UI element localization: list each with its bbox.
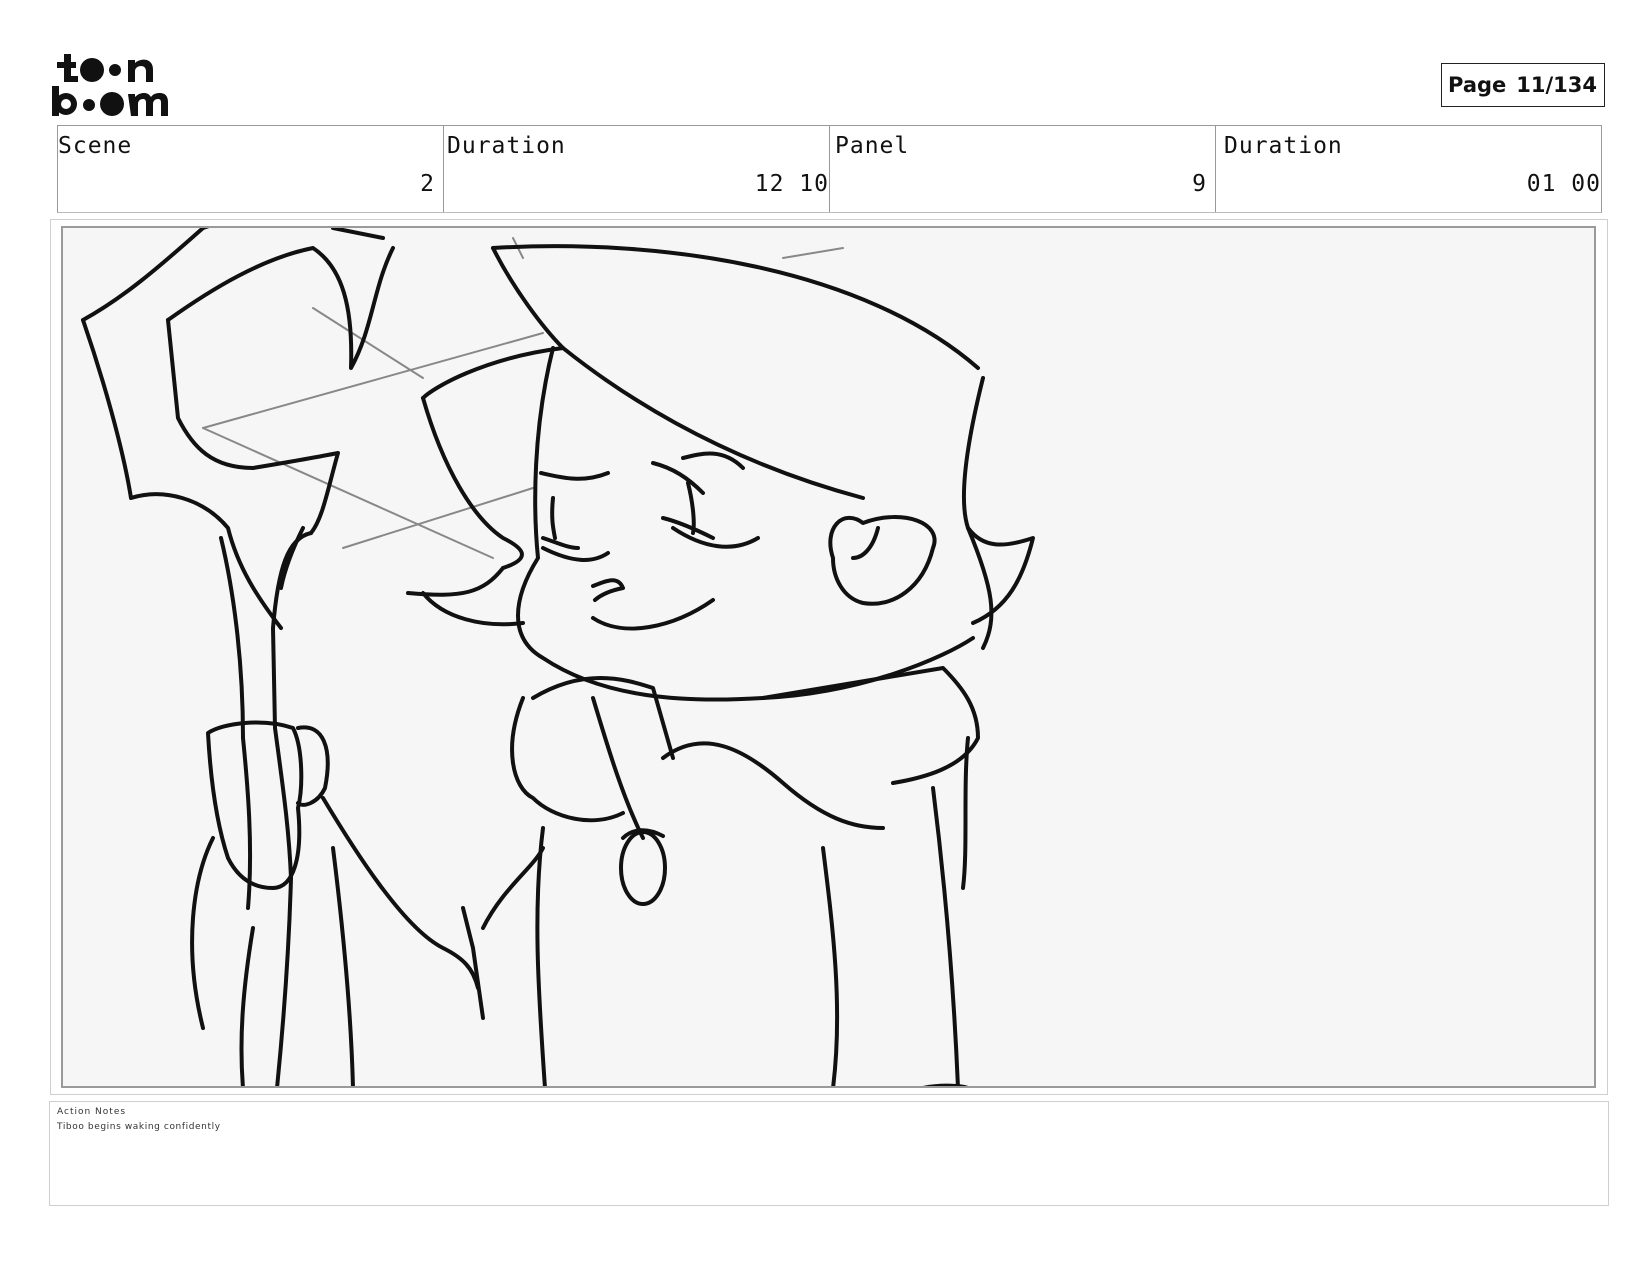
character-sketch bbox=[81, 228, 1035, 1086]
storyboard-panel-image bbox=[61, 226, 1596, 1088]
scene-duration-label: Duration bbox=[447, 133, 566, 159]
panel-value: 9 bbox=[1192, 171, 1207, 197]
panel-label: Panel bbox=[835, 133, 910, 159]
scene-cell: Scene 2 bbox=[58, 126, 444, 212]
panel-info-table: Scene 2 Duration 12 10 Panel 9 Duration … bbox=[57, 125, 1602, 213]
action-notes-text: Tiboo begins waking confidently bbox=[57, 1122, 221, 1132]
panel-duration-value: 01 00 bbox=[1526, 171, 1601, 197]
page-indicator: Page 11/134 bbox=[1441, 63, 1605, 107]
action-notes-box: Action Notes Tiboo begins waking confide… bbox=[49, 1101, 1609, 1206]
scene-duration-value: 12 10 bbox=[754, 171, 829, 197]
toon-boom-logo bbox=[52, 52, 172, 118]
scene-duration-cell: Duration 12 10 bbox=[444, 126, 830, 212]
page-number: 11/134 bbox=[1516, 73, 1598, 97]
panel-duration-cell: Duration 01 00 bbox=[1216, 126, 1601, 212]
scene-label: Scene bbox=[58, 133, 133, 159]
scene-value: 2 bbox=[420, 171, 435, 197]
page-label: Page bbox=[1448, 73, 1507, 97]
action-notes-label: Action Notes bbox=[57, 1107, 127, 1117]
panel-duration-label: Duration bbox=[1224, 133, 1343, 159]
panel-cell: Panel 9 bbox=[830, 126, 1216, 212]
